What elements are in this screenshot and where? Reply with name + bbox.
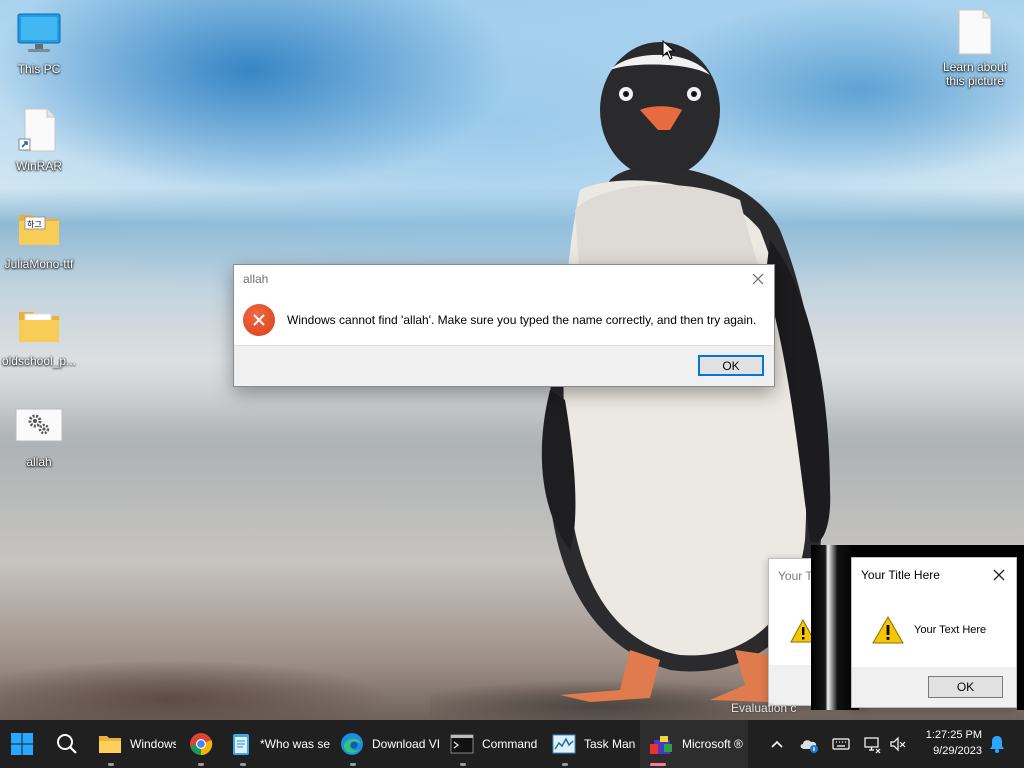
running-indicator	[562, 763, 568, 766]
message-box[interactable]: Your Title Here Your Text Here OK	[851, 557, 1017, 708]
start-button[interactable]	[0, 720, 44, 768]
desktop-icon-label: Learn about this picture	[942, 60, 1008, 88]
close-icon[interactable]	[989, 565, 1009, 585]
edge-icon	[341, 733, 363, 755]
desktop-icon-label: oldschool_p...	[1, 354, 77, 368]
chevron-up-icon[interactable]	[767, 734, 787, 754]
dialog-footer: OK	[234, 345, 774, 386]
blank-file-icon	[951, 8, 999, 56]
desktop-icon-learn-about-picture[interactable]: Learn about this picture	[936, 8, 1014, 88]
running-indicator	[198, 763, 204, 766]
folder-icon: 하그	[15, 205, 63, 253]
task-manager-icon	[552, 734, 576, 754]
dialog-message: Windows cannot find 'allah'. Make sure y…	[287, 312, 757, 327]
settings-file-icon	[15, 403, 63, 451]
dialog-title: allah	[243, 272, 269, 286]
desktop-icon-winrar[interactable]: WinRAR	[0, 107, 78, 173]
render-artifact	[1017, 545, 1024, 710]
windows-logo-icon	[11, 733, 33, 755]
running-indicator	[650, 763, 666, 766]
command-prompt-icon	[450, 734, 474, 754]
running-indicator	[240, 763, 246, 766]
error-icon	[243, 303, 275, 336]
ok-button[interactable]: OK	[928, 676, 1003, 698]
taskbar-app-label: Download VI	[372, 737, 441, 751]
message-box-footer: OK	[852, 667, 1016, 707]
evaluation-watermark: Evaluation c	[731, 701, 797, 715]
message-box-body: Your Text Here	[852, 592, 1016, 668]
monitor-icon	[15, 10, 63, 58]
message-box-titlebar[interactable]: Your Title Here	[852, 558, 1016, 592]
desktop-icon-allah[interactable]: allah	[0, 403, 78, 469]
onedrive-icon[interactable]	[799, 734, 819, 754]
taskbar-app-edge[interactable]: Download VI	[340, 720, 446, 768]
mouse-cursor-icon	[662, 40, 676, 60]
desktop-icon-juliamono[interactable]: 하그 JuliaMono-ttf	[0, 205, 78, 271]
close-icon[interactable]	[748, 269, 768, 289]
running-indicator	[460, 763, 466, 766]
dialog-titlebar[interactable]: allah	[234, 265, 774, 293]
desktop-icon-label: JuliaMono-ttf	[4, 257, 74, 271]
svg-text:하그: 하그	[27, 219, 42, 229]
file-explorer-icon	[99, 736, 121, 753]
folder-icon	[15, 302, 63, 350]
warning-icon	[872, 616, 904, 644]
ok-button[interactable]: OK	[698, 355, 764, 376]
taskbar: Windows *Who was se Download VI Command …	[0, 720, 1024, 768]
microsoft-app-icon	[650, 736, 672, 754]
keyboard-icon[interactable]	[831, 734, 851, 754]
taskbar-app-label: Microsoft ®	[682, 737, 743, 751]
desktop-icon-oldschool[interactable]: oldschool_p...	[0, 302, 78, 368]
network-icon[interactable]	[862, 734, 882, 754]
error-dialog[interactable]: allah Windows cannot find 'allah'. Make …	[233, 264, 775, 387]
message-box-text: Your Text Here	[914, 624, 987, 636]
taskbar-app-microsoft[interactable]: Microsoft ®	[640, 720, 748, 768]
running-indicator	[350, 763, 356, 766]
desktop-icon-this-pc[interactable]: This PC	[0, 10, 78, 76]
dialog-body: Windows cannot find 'allah'. Make sure y…	[234, 293, 774, 346]
running-indicator	[108, 763, 114, 766]
volume-muted-icon[interactable]	[888, 734, 908, 754]
taskbar-app-label: Command	[482, 737, 538, 751]
desktop-icon-label: WinRAR	[15, 159, 62, 173]
taskbar-app-command-prompt[interactable]: Command	[450, 720, 550, 768]
desktop-icon-label: allah	[26, 455, 52, 469]
chrome-icon	[190, 733, 213, 756]
notification-bell-icon[interactable]	[987, 734, 1007, 754]
render-artifact	[851, 545, 1021, 557]
search-button[interactable]	[50, 720, 84, 768]
message-box-title: Your Title Here	[861, 568, 940, 582]
taskbar-app-chrome[interactable]	[186, 720, 216, 768]
taskbar-app-label: Task Mana	[584, 737, 636, 751]
desktop-icon-label: This PC	[17, 62, 61, 76]
taskbar-app-file-explorer[interactable]: Windows	[98, 720, 182, 768]
taskbar-app-notepad[interactable]: *Who was se	[230, 720, 336, 768]
search-icon	[57, 734, 77, 754]
clock-time: 1:27:25 PM	[925, 729, 982, 741]
shortcut-file-icon	[15, 107, 63, 155]
taskbar-app-label: *Who was se	[260, 737, 330, 751]
notepad-icon	[233, 734, 249, 755]
taskbar-app-label: Windows	[130, 737, 176, 751]
taskbar-app-task-manager[interactable]: Task Mana	[552, 720, 638, 768]
clock[interactable]: 1:27:25 PM 9/29/2023	[926, 727, 982, 759]
wallpaper-rock	[0, 660, 420, 720]
clock-date: 9/29/2023	[933, 745, 982, 757]
